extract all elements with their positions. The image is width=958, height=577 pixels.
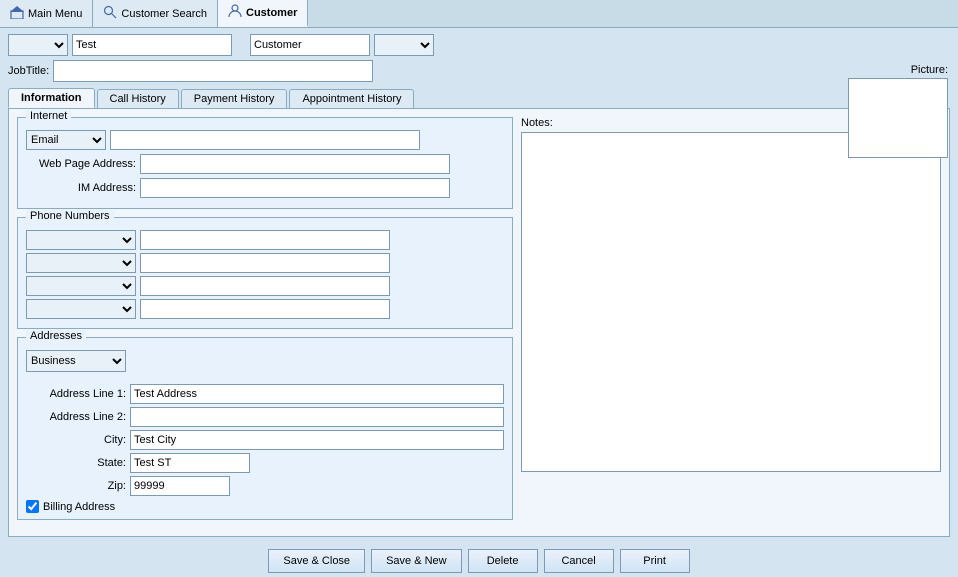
phone-number-4[interactable] bbox=[140, 299, 390, 319]
email-input[interactable] bbox=[110, 130, 420, 150]
phone-type-1[interactable] bbox=[26, 230, 136, 250]
tab-appointment-history-label: Appointment History bbox=[302, 93, 401, 105]
title-bar: Main Menu Customer Search Customer bbox=[0, 0, 958, 28]
tab-appointment-history[interactable]: Appointment History bbox=[289, 89, 414, 108]
address1-input[interactable] bbox=[130, 384, 504, 404]
phone-row-3 bbox=[26, 276, 504, 296]
save-new-button[interactable]: Save & New bbox=[371, 549, 462, 573]
jobtitle-row: JobTitle: bbox=[8, 60, 950, 82]
last-name-input[interactable] bbox=[250, 34, 370, 56]
picture-area: Picture: bbox=[848, 64, 948, 158]
phone-type-4[interactable] bbox=[26, 299, 136, 319]
billing-label: Billing Address bbox=[43, 501, 115, 513]
tab-customer-search[interactable]: Customer Search bbox=[93, 0, 218, 27]
city-label: City: bbox=[26, 434, 126, 446]
tab-main-menu-label: Main Menu bbox=[28, 8, 82, 20]
phone-section: Phone Numbers bbox=[17, 217, 513, 329]
content-panel: Internet Email Web Page Address: IM Addr… bbox=[8, 108, 950, 537]
zip-input[interactable] bbox=[130, 476, 230, 496]
phone-number-2[interactable] bbox=[140, 253, 390, 273]
tab-main-menu[interactable]: Main Menu bbox=[0, 0, 93, 27]
im-label: IM Address: bbox=[26, 182, 136, 194]
tab-payment-history-label: Payment History bbox=[194, 93, 275, 105]
tab-call-history-label: Call History bbox=[110, 93, 166, 105]
phone-row-2 bbox=[26, 253, 504, 273]
person-icon bbox=[228, 4, 242, 21]
address-grid: Address Line 1: Address Line 2: City: St… bbox=[26, 384, 504, 496]
internet-section: Internet Email Web Page Address: IM Addr… bbox=[17, 117, 513, 209]
section-tabs: Information Call History Payment History… bbox=[8, 88, 950, 108]
tab-information[interactable]: Information bbox=[8, 88, 95, 108]
tab-customer[interactable]: Customer bbox=[218, 0, 308, 27]
city-input[interactable] bbox=[130, 430, 504, 450]
search-icon bbox=[103, 5, 117, 22]
save-close-button[interactable]: Save & Close bbox=[268, 549, 365, 573]
right-panel: Notes: bbox=[521, 117, 941, 528]
print-button[interactable]: Print bbox=[620, 549, 690, 573]
first-name-input[interactable] bbox=[72, 34, 232, 56]
state-label: State: bbox=[26, 457, 126, 469]
address1-label: Address Line 1: bbox=[26, 388, 126, 400]
im-input[interactable] bbox=[140, 178, 450, 198]
tab-information-label: Information bbox=[21, 92, 82, 104]
addresses-title: Addresses bbox=[26, 330, 86, 342]
home-icon bbox=[10, 5, 24, 22]
left-panel: Internet Email Web Page Address: IM Addr… bbox=[17, 117, 513, 528]
address-type-select[interactable]: Business bbox=[26, 350, 126, 372]
tab-customer-label: Customer bbox=[246, 7, 297, 19]
tab-call-history[interactable]: Call History bbox=[97, 89, 179, 108]
delete-button[interactable]: Delete bbox=[468, 549, 538, 573]
phone-type-2[interactable] bbox=[26, 253, 136, 273]
state-input[interactable] bbox=[130, 453, 250, 473]
phone-number-1[interactable] bbox=[140, 230, 390, 250]
billing-row: Billing Address bbox=[26, 500, 504, 513]
addresses-section: Addresses Business Address Line 1: Addre… bbox=[17, 337, 513, 520]
suffix-select[interactable] bbox=[374, 34, 434, 56]
email-row: Email bbox=[26, 130, 504, 150]
main-content: JobTitle: Picture: Information Call Hist… bbox=[0, 28, 958, 543]
notes-textarea[interactable] bbox=[521, 132, 941, 472]
phone-row-4 bbox=[26, 299, 504, 319]
address2-input[interactable] bbox=[130, 407, 504, 427]
webpage-input[interactable] bbox=[140, 154, 450, 174]
cancel-button[interactable]: Cancel bbox=[544, 549, 614, 573]
webpage-label: Web Page Address: bbox=[26, 158, 136, 170]
jobtitle-label: JobTitle: bbox=[8, 65, 49, 77]
phone-row-1 bbox=[26, 230, 504, 250]
jobtitle-input[interactable] bbox=[53, 60, 373, 82]
picture-box bbox=[848, 78, 948, 158]
phone-number-3[interactable] bbox=[140, 276, 390, 296]
webpage-row: Web Page Address: bbox=[26, 154, 504, 174]
phone-type-3[interactable] bbox=[26, 276, 136, 296]
zip-label: Zip: bbox=[26, 480, 126, 492]
picture-label: Picture: bbox=[848, 64, 948, 76]
address2-label: Address Line 2: bbox=[26, 411, 126, 423]
im-row: IM Address: bbox=[26, 178, 504, 198]
email-type-select[interactable]: Email bbox=[26, 130, 106, 150]
bottom-bar: Save & Close Save & New Delete Cancel Pr… bbox=[0, 543, 958, 577]
tab-customer-search-label: Customer Search bbox=[121, 8, 207, 20]
prefix-select[interactable] bbox=[8, 34, 68, 56]
tab-payment-history[interactable]: Payment History bbox=[181, 89, 288, 108]
billing-checkbox[interactable] bbox=[26, 500, 39, 513]
internet-title: Internet bbox=[26, 110, 71, 122]
spacer-input bbox=[236, 34, 246, 56]
phone-title: Phone Numbers bbox=[26, 210, 114, 222]
top-form bbox=[8, 34, 950, 56]
